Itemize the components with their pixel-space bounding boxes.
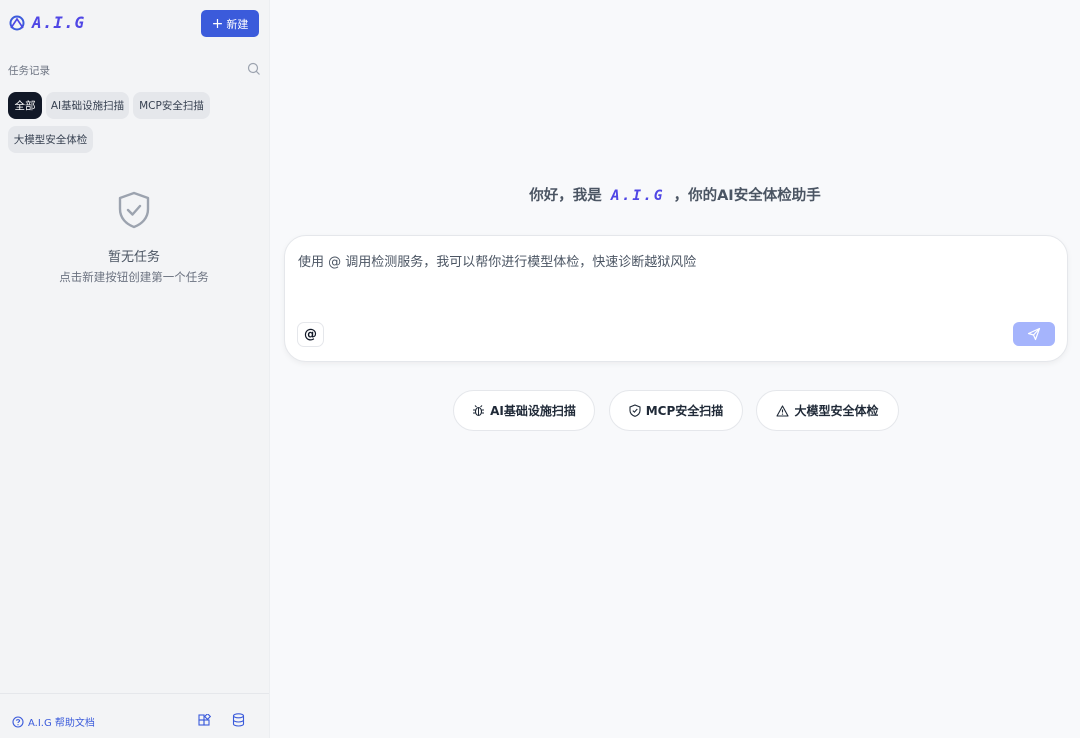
help-docs-link[interactable]: A.I.G 帮助文档	[12, 714, 95, 729]
shield-check-icon	[629, 404, 641, 417]
greeting: 你好，我是 A.I.G ，你的AI安全体检助手	[270, 184, 1080, 205]
send-icon	[1027, 327, 1041, 341]
filter-chip-mcp[interactable]: MCP安全扫描	[133, 92, 210, 119]
sidebar-footer: A.I.G 帮助文档	[0, 693, 269, 738]
help-docs-label: A.I.G 帮助文档	[28, 718, 95, 729]
search-icon[interactable]	[247, 62, 261, 76]
mention-button[interactable]: @	[297, 322, 324, 347]
send-button[interactable]	[1013, 322, 1055, 346]
greeting-suffix: ，你的AI安全体检助手	[673, 188, 821, 204]
quick-ai-infra-label: AI基础设施扫描	[490, 404, 576, 418]
empty-subtitle: 点击新建按钮创建第一个任务	[59, 270, 209, 284]
task-history-title: 任务记录	[8, 65, 50, 77]
logo-text: A.I.G	[32, 13, 86, 32]
warning-triangle-icon	[776, 404, 790, 417]
bug-icon	[473, 405, 485, 417]
greeting-prefix: 你好，我是	[529, 188, 602, 204]
filter-chip-llm[interactable]: 大模型安全体检	[8, 126, 93, 153]
quick-llm-check-button[interactable]: 大模型安全体检	[756, 390, 899, 431]
quick-mcp-scan-button[interactable]: MCP安全扫描	[609, 390, 743, 431]
empty-title: 暂无任务	[107, 250, 160, 265]
sidebar: A.I.G + 新建 任务记录 全部 AI基础设施扫描 MCP安全扫描 大模型安…	[0, 0, 270, 738]
filter-chip-ai-infra[interactable]: AI基础设施扫描	[46, 92, 129, 119]
help-circle-icon	[12, 715, 24, 728]
new-task-label: 新建	[226, 17, 249, 31]
filter-chip-all[interactable]: 全部	[8, 92, 42, 119]
new-task-button[interactable]: + 新建	[201, 10, 259, 37]
shield-check-icon	[118, 191, 150, 229]
chat-input-box[interactable]: 使用 @ 调用检测服务，我可以帮你进行模型体检，快速诊断越狱风险 @	[284, 235, 1068, 362]
empty-state: 暂无任务 点击新建按钮创建第一个任务	[0, 190, 268, 285]
quick-mcp-label: MCP安全扫描	[645, 404, 724, 418]
app-logo[interactable]: A.I.G	[8, 13, 85, 32]
database-icon[interactable]	[232, 713, 245, 727]
plugins-icon[interactable]	[198, 714, 211, 727]
logo-mark-icon	[9, 15, 25, 30]
chat-input-placeholder[interactable]: 使用 @ 调用检测服务，我可以帮你进行模型体检，快速诊断越狱风险	[298, 251, 696, 270]
quick-llm-label: 大模型安全体检	[794, 404, 879, 418]
plus-icon: +	[211, 15, 224, 32]
quick-ai-infra-scan-button[interactable]: AI基础设施扫描	[453, 390, 595, 431]
greeting-logo: A.I.G	[610, 188, 665, 204]
